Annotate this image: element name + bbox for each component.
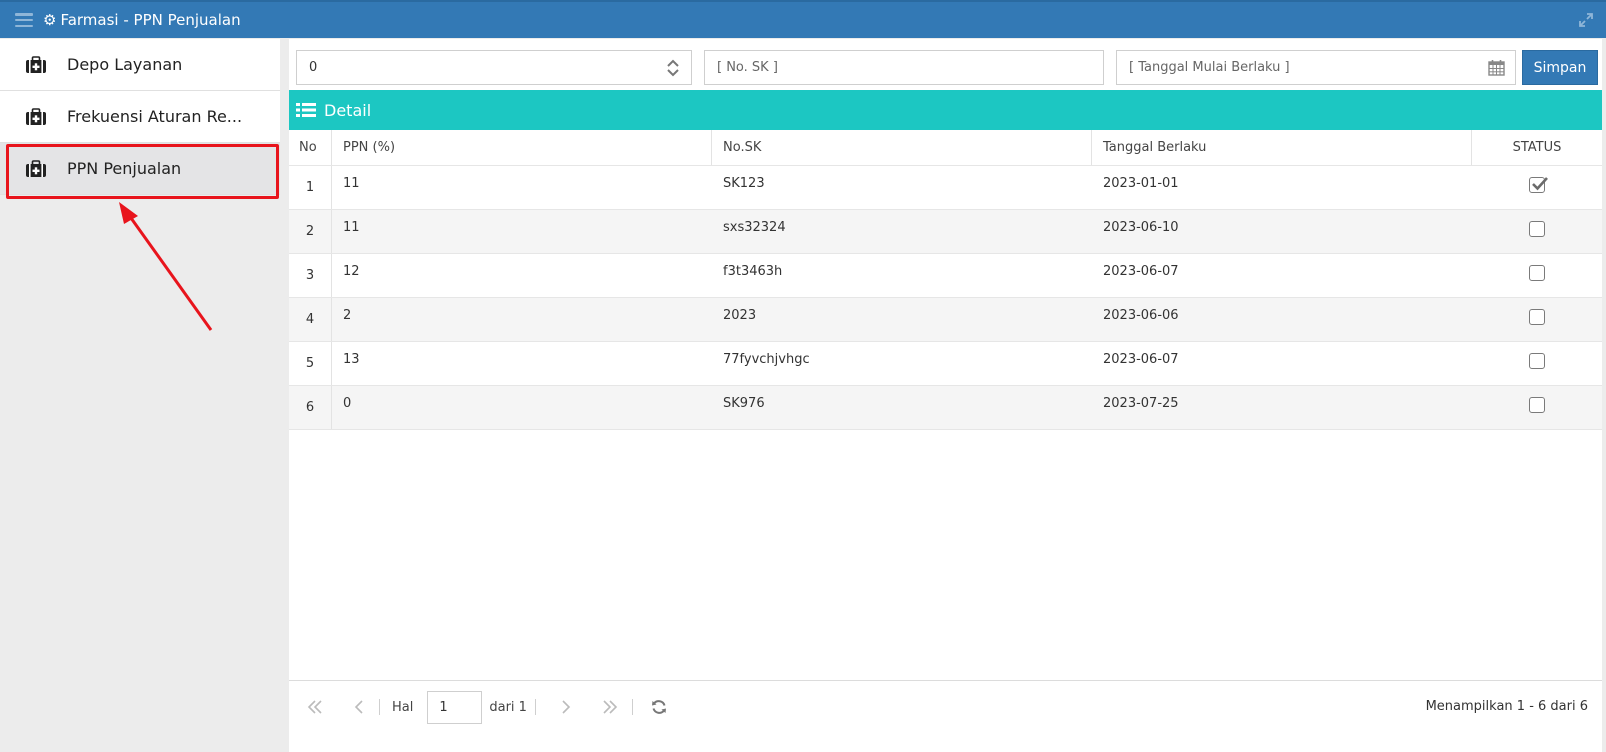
menu-icon[interactable] [15, 13, 33, 27]
table-row[interactable]: 6 0 SK976 2023-07-25 [289, 386, 1602, 430]
cell-tanggal: 2023-06-06 [1103, 308, 1179, 323]
cell-no-sk: SK976 [723, 396, 765, 411]
column-header-ppn[interactable]: PPN (%) [332, 130, 712, 165]
save-button[interactable]: Simpan [1522, 50, 1598, 85]
sidebar-item-label: PPN Penjualan [67, 159, 182, 178]
column-header-no[interactable]: No [289, 130, 332, 165]
status-checkbox[interactable] [1529, 353, 1545, 369]
cell-no-sk: SK123 [723, 176, 765, 191]
cell-ppn: 2 [343, 308, 352, 323]
window-titlebar: ⚙ Farmasi - PPN Penjualan [0, 0, 1606, 38]
cell-tanggal: 2023-01-01 [1103, 176, 1179, 191]
cell-status [1472, 342, 1602, 385]
sidebar-item-label: Depo Layanan [67, 55, 183, 74]
pager-divider [379, 699, 380, 715]
cell-no: 5 [289, 342, 332, 385]
cell-status [1472, 386, 1602, 429]
cell-tanggal: 2023-06-07 [1103, 352, 1179, 367]
cell-status [1472, 210, 1602, 253]
medical-kit-icon [26, 159, 46, 177]
checkmark-icon [1532, 177, 1548, 191]
cell-tanggal: 2023-06-10 [1103, 220, 1179, 235]
table-row[interactable]: 5 13 77fyvchjvhgc 2023-06-07 [289, 342, 1602, 386]
cell-no-sk: f3t3463h [723, 264, 783, 279]
sidebar-item-label: Frekuensi Aturan Re... [67, 107, 243, 126]
cell-tanggal: 2023-07-25 [1103, 396, 1179, 411]
last-page-icon[interactable] [598, 695, 622, 719]
window-title: Farmasi - PPN Penjualan [60, 11, 241, 29]
cell-no-sk: sxs32324 [723, 220, 786, 235]
pager-divider [631, 699, 633, 715]
cell-no-sk: 77fyvchjvhgc [723, 352, 810, 367]
sidebar-item-depo-layanan[interactable]: Depo Layanan [0, 39, 280, 91]
cell-no: 4 [289, 298, 332, 341]
medical-kit-icon [26, 107, 46, 125]
table-row[interactable]: 2 11 sxs32324 2023-06-10 [289, 210, 1602, 254]
sidebar: Depo Layanan Frekuensi Aturan Re... PPN … [0, 39, 280, 752]
spinner-icon[interactable] [667, 58, 679, 78]
no-sk-placeholder: [ No. SK ] [717, 60, 778, 75]
cell-ppn: 11 [343, 176, 360, 191]
cell-status [1472, 254, 1602, 297]
main-panel: 0 [ No. SK ] [ Tanggal Mulai Berlaku ] S… [289, 39, 1602, 752]
cell-tanggal: 2023-06-07 [1103, 264, 1179, 279]
record-summary: Menampilkan 1 - 6 dari 6 [1425, 699, 1588, 714]
medical-kit-icon [26, 55, 46, 73]
cell-no: 6 [289, 386, 332, 429]
cell-ppn: 13 [343, 352, 360, 367]
page-number-input[interactable]: 1 [427, 690, 483, 724]
cell-no-sk: 2023 [723, 308, 757, 323]
expand-icon[interactable] [1578, 12, 1594, 28]
prev-page-icon[interactable] [347, 695, 371, 719]
ppn-input-value: 0 [309, 60, 318, 75]
column-header-status[interactable]: STATUS [1472, 130, 1602, 165]
status-checkbox[interactable] [1529, 265, 1545, 281]
column-header-tanggal[interactable]: Tanggal Berlaku [1092, 130, 1472, 165]
table-header: No PPN (%) No.SK Tanggal Berlaku STATUS [289, 130, 1602, 166]
cell-ppn: 0 [343, 396, 352, 411]
table-row[interactable]: 1 11 SK123 2023-01-01 [289, 166, 1602, 210]
status-checkbox[interactable] [1529, 221, 1545, 237]
list-icon [296, 103, 316, 117]
next-page-icon[interactable] [554, 695, 578, 719]
cell-status [1472, 298, 1602, 341]
detail-header: Detail [289, 90, 1602, 130]
status-checkbox[interactable] [1529, 309, 1545, 325]
page-of-label: dari 1 [489, 699, 527, 715]
pagination-bar: Hal 1 dari 1 Menampilkan 1 - 6 dari 6 [289, 680, 1602, 733]
detail-table: No PPN (%) No.SK Tanggal Berlaku STATUS … [289, 130, 1602, 430]
table-body: 1 11 SK123 2023-01-01 2 11 sxs32324 2023-06-10 3… [289, 166, 1602, 430]
tanggal-mulai-input[interactable]: [ Tanggal Mulai Berlaku ] [1116, 50, 1516, 85]
cell-no: 3 [289, 254, 332, 297]
ppn-input[interactable]: 0 [296, 50, 692, 85]
no-sk-input[interactable]: [ No. SK ] [704, 50, 1104, 85]
detail-title: Detail [324, 100, 372, 120]
page-label: Hal [392, 699, 414, 715]
tanggal-placeholder: [ Tanggal Mulai Berlaku ] [1129, 60, 1290, 75]
status-checkbox-checked[interactable] [1529, 177, 1548, 193]
form-toolbar: 0 [ No. SK ] [ Tanggal Mulai Berlaku ] S… [289, 39, 1602, 90]
cell-no: 1 [289, 166, 332, 209]
cell-ppn: 12 [343, 264, 360, 279]
table-row[interactable]: 3 12 f3t3463h 2023-06-07 [289, 254, 1602, 298]
first-page-icon[interactable] [303, 695, 327, 719]
gear-icon: ⚙ [43, 11, 57, 29]
cell-no: 2 [289, 210, 332, 253]
sidebar-item-ppn-penjualan[interactable]: PPN Penjualan [0, 143, 280, 195]
table-row[interactable]: 4 2 2023 2023-06-06 [289, 298, 1602, 342]
calendar-icon[interactable] [1488, 59, 1505, 76]
pager-divider [534, 699, 536, 715]
column-header-no-sk[interactable]: No.SK [712, 130, 1092, 165]
sidebar-item-frekuensi-aturan[interactable]: Frekuensi Aturan Re... [0, 91, 280, 143]
cell-status [1472, 166, 1602, 209]
refresh-icon[interactable] [647, 695, 671, 719]
status-checkbox[interactable] [1529, 397, 1545, 413]
cell-ppn: 11 [343, 220, 360, 235]
